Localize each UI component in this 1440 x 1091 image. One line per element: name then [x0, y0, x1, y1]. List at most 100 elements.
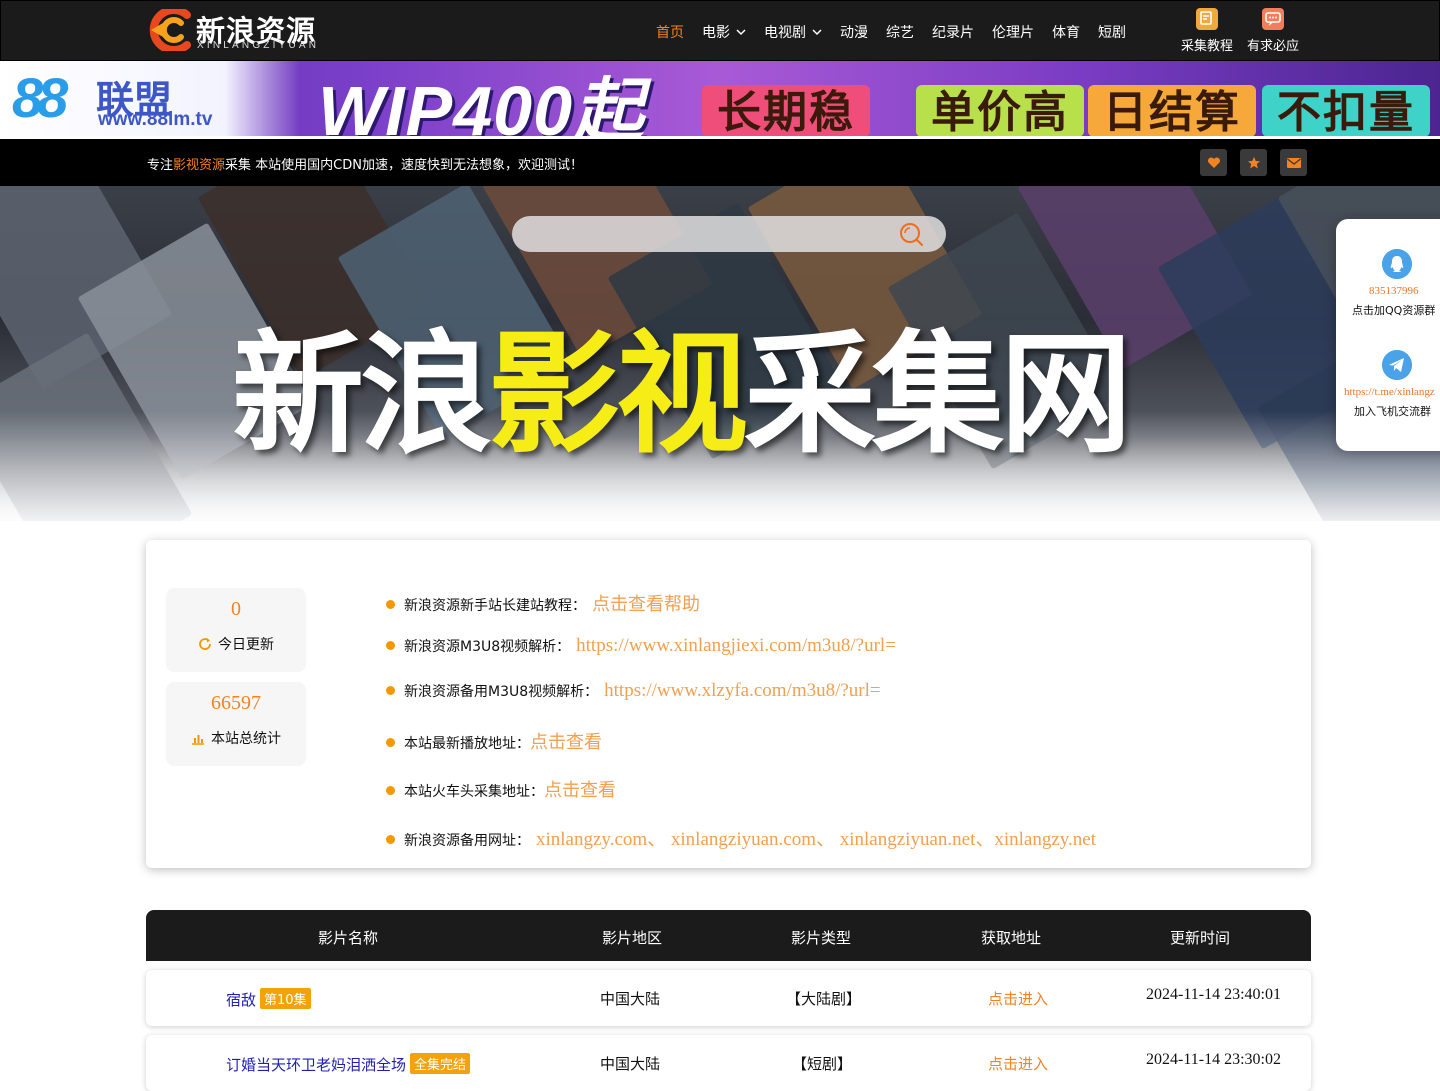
telegram-url: https://t.me/xinlangz [1344, 386, 1435, 398]
info-label: 本站火车头采集地址： [404, 784, 544, 800]
logo-icon [149, 9, 191, 51]
notice-prefix: 专注 [147, 158, 174, 173]
movie-title-text: 宿敌 [226, 991, 257, 1009]
info-link[interactable]: 点击查看 [544, 776, 616, 802]
enter-link[interactable]: 点击进入 [988, 1053, 1048, 1074]
info-item: 新浪资源M3U8视频解析： https://www.xinlangjiexi.co… [386, 635, 896, 657]
mail-icon [1286, 157, 1301, 168]
hero-title: 新浪影视采集网 [232, 318, 1132, 472]
bullet-dot [386, 641, 395, 650]
info-card: 0 今日更新 66597 本站总统计 新浪资源新手站长建站教程： 点击查看帮助 新… [146, 540, 1311, 868]
bullet-dot [386, 835, 395, 844]
info-label: 本站最新播放地址： [404, 736, 530, 752]
stat-value: 66597 [211, 692, 261, 714]
bookmark-button[interactable] [1240, 149, 1267, 176]
refresh-icon [199, 638, 211, 650]
tool-label: 采集教程 [1181, 39, 1234, 54]
header-tools: 采集教程 有求必应 [1181, 7, 1313, 54]
movie-region: 中国大陆 [600, 990, 661, 1008]
info-link[interactable]: xinlangzy.com、 xinlangziyuan.com、 xinlan… [536, 824, 1096, 851]
enter-link[interactable]: 点击进入 [988, 988, 1048, 1009]
nav-anime[interactable]: 动漫 [840, 22, 868, 42]
notice-actions [1200, 149, 1320, 176]
ad-headline: WIP400起 [318, 72, 644, 136]
telegram-icon [1382, 350, 1412, 380]
update-time: 2024-11-14 23:30:02 [1146, 1051, 1281, 1068]
stat-label: 今日更新 [218, 637, 274, 653]
bar-chart-icon [192, 735, 204, 745]
stat-value: 0 [231, 598, 241, 620]
nav-short-drama[interactable]: 短剧 [1098, 22, 1126, 42]
table-row: 订婚当天环卫老妈泪洒全场 全集完结 中国大陆 【短剧】 点击进入 2024-11-… [146, 1035, 1311, 1091]
hero-title-part: 采集网 [744, 318, 1132, 472]
qq-number: 835137996 [1369, 285, 1419, 297]
movie-type: 【短剧】 [792, 1055, 853, 1073]
search-icon[interactable] [898, 221, 924, 247]
stat-label-row: 今日更新 [166, 634, 306, 654]
episode-badge: 全集完结 [410, 1053, 471, 1074]
ad-banner[interactable]: 88 联盟 www.88lm.tv WIP400起 长期稳定 单价高 日结算 不… [0, 61, 1440, 136]
nav-label: 综艺 [886, 24, 914, 41]
nav-variety[interactable]: 综艺 [886, 22, 914, 42]
nav-movies[interactable]: 电影 [702, 22, 746, 42]
nav-label: 动漫 [840, 24, 868, 41]
stat-today: 0 今日更新 [166, 588, 306, 672]
floating-contact-panel: 835137996 点击加QQ资源群 https://t.me/xinlangz… [1336, 219, 1440, 451]
info-item: 新浪资源备用M3U8视频解析： https://www.xlzyfa.com/m3… [386, 680, 881, 702]
request-button[interactable]: 有求必应 [1247, 7, 1299, 54]
nav-label: 伦理片 [992, 24, 1034, 41]
movie-type: 【大陆剧】 [786, 990, 862, 1008]
movie-title[interactable]: 宿敌 第10集 [226, 988, 311, 1010]
info-item: 新浪资源新手站长建站教程： 点击查看帮助 [386, 590, 700, 616]
chat-icon [1262, 8, 1285, 30]
nav-label: 体育 [1052, 24, 1080, 41]
column-header: 更新时间 [1170, 929, 1231, 947]
hero-title-part: 新浪 [232, 318, 492, 472]
nav-label: 首页 [656, 24, 684, 41]
favorite-button[interactable] [1200, 149, 1227, 176]
notice-text: 专注影视资源采集 本站使用国内CDN加速，速度快到无法想象，欢迎测试！ [147, 154, 583, 173]
info-link[interactable]: https://www.xlzyfa.com/m3u8/?url= [604, 680, 881, 702]
site-logo[interactable]: 新浪资源 XINLANGZIYUAN [149, 7, 319, 53]
star-icon [1247, 156, 1260, 168]
movie-title[interactable]: 订婚当天环卫老妈泪洒全场 全集完结 [226, 1053, 471, 1075]
nav-home[interactable]: 首页 [656, 22, 684, 42]
tutorial-button[interactable]: 采集教程 [1181, 7, 1233, 54]
bullet-dot [386, 738, 395, 747]
ad-tag: 长期稳定 [702, 85, 870, 136]
nav-label: 电影 [702, 24, 730, 41]
ad-tag: 日结算 [1088, 85, 1256, 136]
main-nav: 首页 电影 电视剧 动漫 综艺 纪录片 伦理片 体育 短剧 [656, 1, 1144, 62]
heart-icon [1207, 156, 1220, 168]
info-link[interactable]: 点击查看 [530, 728, 602, 754]
info-item: 本站最新播放地址： 点击查看 [386, 728, 602, 754]
info-link[interactable]: 点击查看帮助 [592, 590, 700, 616]
nav-label: 电视剧 [764, 24, 806, 41]
info-item: 新浪资源备用网址： xinlangzy.com、 xinlangziyuan.co… [386, 824, 1096, 851]
notice-highlight: 影视资源 [173, 158, 226, 173]
table-header: 影片名称 影片地区 影片类型 获取地址 更新时间 [146, 910, 1311, 961]
notice-suffix: 采集 本站使用国内CDN加速，速度快到无法想象，欢迎测试！ [225, 158, 583, 173]
contact-button[interactable] [1280, 149, 1307, 176]
stat-label: 本站总统计 [211, 731, 281, 747]
notice-bar: 专注影视资源采集 本站使用国内CDN加速，速度快到无法想象，欢迎测试！ [0, 139, 1440, 186]
nav-label: 纪录片 [932, 24, 974, 41]
stat-total: 66597 本站总统计 [166, 682, 306, 766]
chevron-down-icon [736, 28, 746, 35]
column-header: 获取地址 [981, 929, 1042, 947]
qq-icon [1382, 249, 1412, 279]
bullet-dot [386, 600, 395, 609]
chevron-down-icon [812, 28, 822, 35]
nav-tv-series[interactable]: 电视剧 [764, 22, 822, 42]
tutorial-icon [1196, 8, 1218, 30]
ad-brand: 88 联盟 www.88lm.tv [0, 61, 300, 136]
qq-label: 点击加QQ资源群 [1352, 304, 1436, 317]
search-input[interactable] [512, 216, 946, 252]
nav-documentary[interactable]: 纪录片 [932, 22, 974, 42]
info-link[interactable]: https://www.xinlangjiexi.com/m3u8/?url= [576, 635, 896, 657]
nav-ethics[interactable]: 伦理片 [992, 22, 1034, 42]
nav-sports[interactable]: 体育 [1052, 22, 1080, 42]
ad-tag: 单价高 [916, 85, 1084, 136]
movie-region: 中国大陆 [600, 1055, 661, 1073]
info-label: 新浪资源M3U8视频解析： [404, 639, 571, 655]
